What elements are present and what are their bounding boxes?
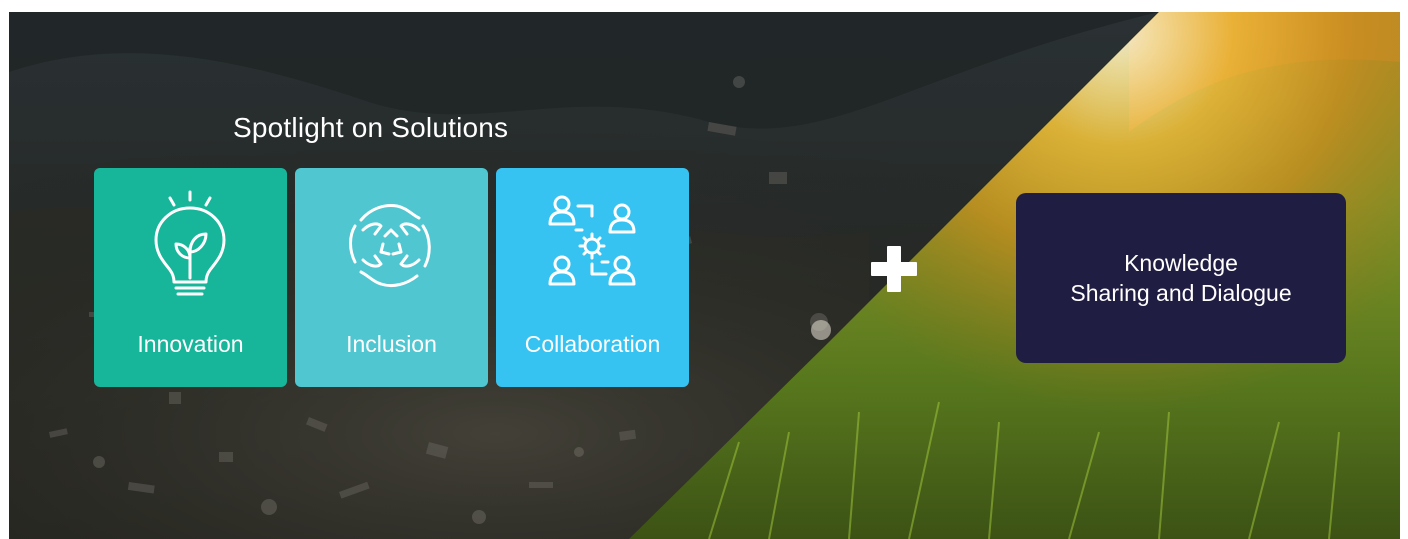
hero-banner: Spotlight on Solutions Innovation Inclus… [9,12,1400,539]
inclusion-card[interactable]: Inclusion [295,168,488,387]
collaboration-card[interactable]: Collaboration [496,168,689,387]
plus-bar-vertical [887,246,901,292]
hands-globe-recycle-icon [349,204,431,288]
plus-icon [871,246,917,292]
inclusion-label: Inclusion [346,331,437,357]
lightbulb-seedling-icon [154,190,226,296]
innovation-card[interactable]: Innovation [94,168,287,387]
innovation-label: Innovation [137,331,244,357]
collaboration-label: Collaboration [524,331,661,357]
team-network-gear-icon [548,195,636,286]
knowledge-line-1: Knowledge [1124,250,1238,276]
knowledge-sharing-card[interactable]: Knowledge Sharing and Dialogue [1016,193,1346,363]
page-title: Spotlight on Solutions [233,112,509,143]
knowledge-line-2: Sharing and Dialogue [1070,280,1292,306]
